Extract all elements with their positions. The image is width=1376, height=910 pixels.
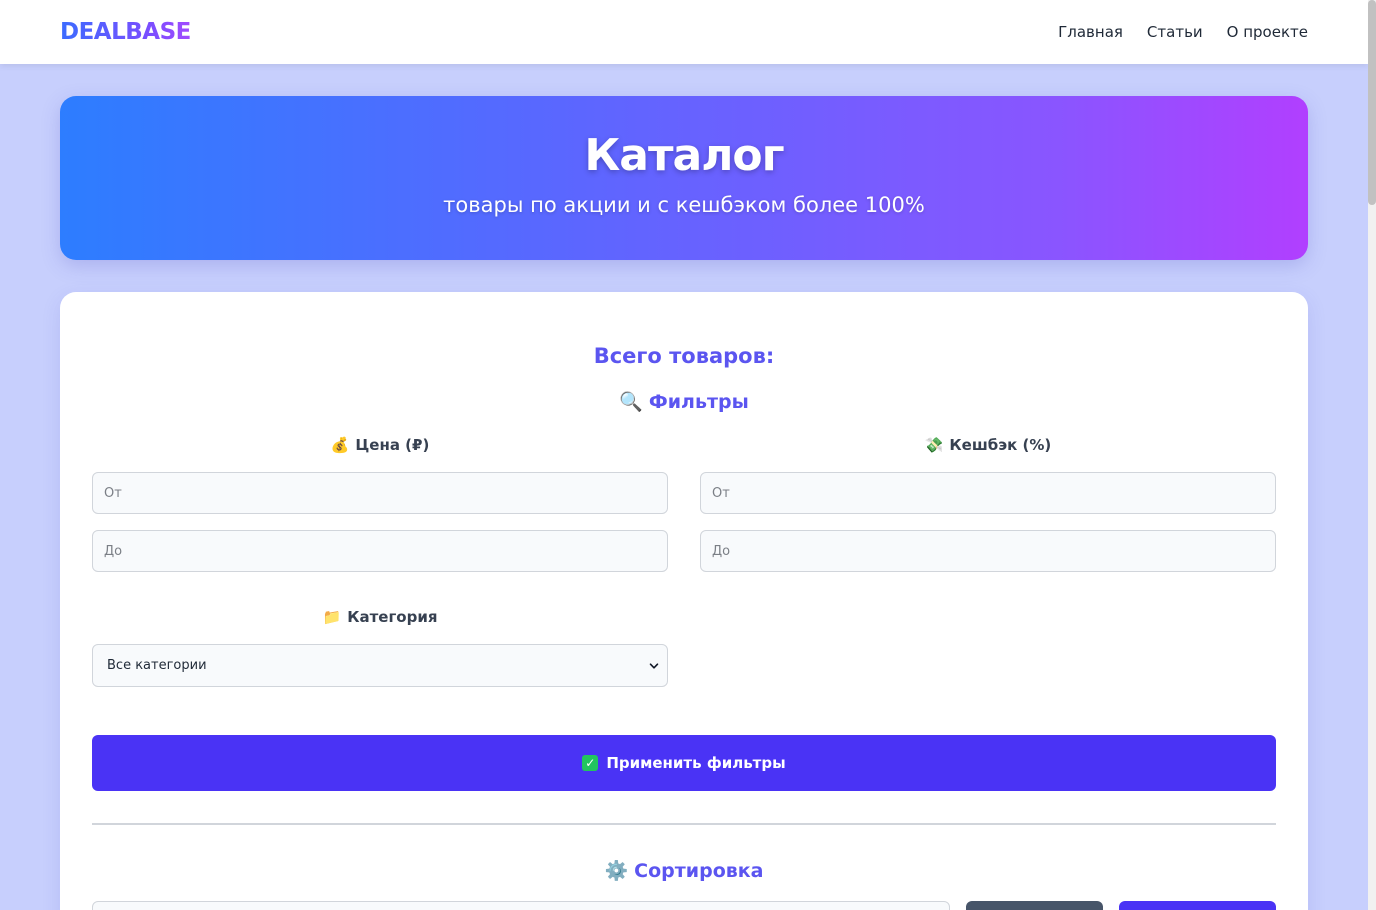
money-bag-icon: 💰 (330, 436, 350, 454)
category-selected-value: Все категории (107, 658, 207, 673)
page-scrollbar[interactable] (1368, 0, 1376, 910)
sort-secondary-button[interactable] (966, 901, 1103, 910)
price-to-input[interactable]: До (92, 530, 668, 572)
nav-link-about[interactable]: О проекте (1227, 23, 1308, 41)
page-title: Каталог (584, 130, 784, 181)
logo[interactable]: DEALBASE (60, 19, 191, 45)
price-from-placeholder: От (104, 485, 122, 501)
category-label-text: Категория (347, 608, 438, 626)
sort-heading: ⚙️ Сортировка (60, 859, 1308, 882)
apply-filters-label: Применить фильтры (606, 754, 786, 772)
sort-select[interactable] (92, 901, 950, 910)
cashback-label-text: Кешбэк (%) (949, 436, 1052, 454)
folder-icon: 📁 (322, 608, 342, 626)
scrollbar-thumb[interactable] (1368, 0, 1376, 205)
page-subtitle: товары по акции и с кешбэком более 100% (443, 193, 925, 217)
category-label: 📁 Категория (92, 608, 668, 626)
section-divider (92, 823, 1276, 825)
filters-heading-text: Фильтры (648, 391, 749, 413)
money-wings-icon: 💸 (924, 436, 944, 454)
cashback-to-placeholder: До (712, 543, 731, 559)
nav-link-articles[interactable]: Статьи (1147, 23, 1203, 41)
cashback-to-input[interactable]: До (700, 530, 1276, 572)
category-select[interactable]: Все категории (92, 644, 668, 687)
main-nav: Главная Статьи О проекте (1058, 23, 1308, 41)
catalog-card: Всего товаров: 🔍 Фильтры 💰 Цена (₽) От До … (60, 292, 1308, 910)
price-to-placeholder: До (104, 543, 123, 559)
price-label: 💰 Цена (₽) (92, 436, 668, 454)
check-box-icon: ✓ (582, 755, 599, 771)
apply-filters-button[interactable]: ✓ Применить фильтры (92, 735, 1276, 791)
filters-heading: 🔍 Фильтры (60, 390, 1308, 413)
cashback-from-input[interactable]: От (700, 472, 1276, 514)
price-from-input[interactable]: От (92, 472, 668, 514)
hero-banner: Каталог товары по акции и с кешбэком бол… (60, 96, 1308, 260)
cashback-from-placeholder: От (712, 485, 730, 501)
top-navbar: DEALBASE Главная Статьи О проекте (0, 0, 1368, 64)
gear-icon: ⚙️ (604, 860, 629, 882)
cashback-label: 💸 Кешбэк (%) (700, 436, 1276, 454)
sort-heading-text: Сортировка (634, 860, 764, 882)
magnifier-icon: 🔍 (619, 391, 643, 413)
nav-link-home[interactable]: Главная (1058, 23, 1123, 41)
total-products-label: Всего товаров: (593, 344, 775, 368)
price-label-text: Цена (₽) (355, 436, 430, 454)
sort-primary-button[interactable] (1119, 901, 1276, 910)
chevron-down-icon (649, 662, 659, 669)
